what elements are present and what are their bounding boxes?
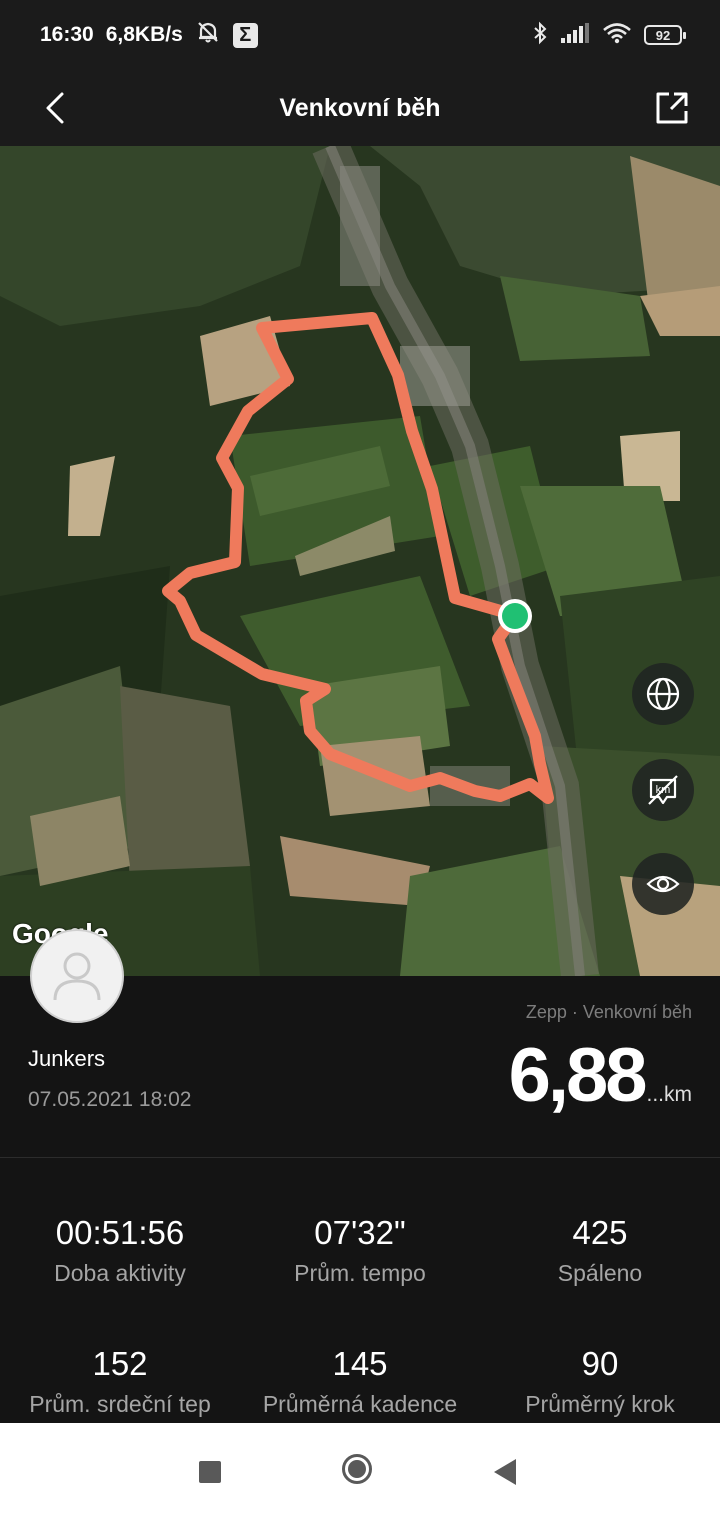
signal-icon <box>560 22 590 49</box>
share-button[interactable] <box>644 80 700 136</box>
stats-grid: 00:51:56 Doba aktivity 07'32" Prům. temp… <box>0 1158 720 1423</box>
stat-value: 90 <box>581 1345 619 1382</box>
wifi-icon <box>602 22 632 49</box>
eye-icon <box>646 875 680 893</box>
mute-bell-icon <box>195 19 221 51</box>
stat-calories: 425 Spáleno <box>480 1214 720 1287</box>
share-icon <box>656 92 688 124</box>
activity-datetime: 07.05.2021 18:02 <box>28 1088 192 1111</box>
stat-value: 425 <box>572 1214 628 1251</box>
user-name: Junkers <box>28 1046 106 1071</box>
stat-value: 00:51:56 <box>55 1214 185 1251</box>
stat-label: Průměrný krok <box>525 1391 675 1417</box>
app-header: Venkovní běh <box>0 70 720 146</box>
view-toggle-button[interactable] <box>632 853 694 915</box>
stat-cadence: 145 Průměrná kadence <box>240 1345 480 1418</box>
satellite-terrain <box>0 146 720 976</box>
battery-level: 92 <box>655 27 671 43</box>
globe-icon <box>646 677 680 711</box>
home-icon[interactable] <box>342 1454 372 1484</box>
distance-display: 6,88 ...km <box>509 1032 692 1119</box>
system-navigation-bar <box>0 1423 720 1520</box>
back-button[interactable] <box>30 83 80 133</box>
stat-heart-rate: 152 Prům. srdeční tep <box>0 1345 240 1418</box>
stat-label: Prům. tempo <box>294 1260 426 1286</box>
status-right: 92 <box>532 21 686 50</box>
stat-pace: 07'32" Prům. tempo <box>240 1214 480 1287</box>
km-marker-toggle-icon: km <box>648 775 678 805</box>
status-left: 16:30 6,8KB/s Σ <box>40 19 258 51</box>
back-icon[interactable] <box>494 1459 516 1485</box>
status-bar: 16:30 6,8KB/s Σ 92 <box>0 0 720 70</box>
back-arrow-icon <box>46 92 64 124</box>
distance-value: 6,88 <box>508 1033 648 1118</box>
recent-apps-icon[interactable] <box>199 1461 221 1483</box>
route-map[interactable]: km Google <box>0 146 720 976</box>
km-marker-toggle-button[interactable]: km <box>632 759 694 821</box>
battery-icon: 92 <box>644 25 686 45</box>
stat-value: 07'32" <box>314 1214 406 1251</box>
network-speed: 6,8KB/s <box>105 23 183 46</box>
avatar[interactable] <box>30 929 124 1023</box>
stat-label: Průměrná kadence <box>262 1391 458 1417</box>
status-time: 16:30 <box>40 23 94 46</box>
user-placeholder-icon <box>53 952 101 1001</box>
bluetooth-icon <box>532 21 548 50</box>
home-icon-inner <box>348 1460 366 1478</box>
stat-label: Spáleno <box>557 1260 643 1286</box>
stat-duration: 00:51:56 Doba aktivity <box>0 1214 240 1287</box>
sigma-app-icon: Σ <box>232 22 258 48</box>
stat-value: 145 <box>332 1345 388 1382</box>
distance-unit: ...km <box>646 1083 693 1106</box>
page-title: Venkovní běh <box>279 93 441 122</box>
stat-label: Prům. srdeční tep <box>29 1391 211 1417</box>
stat-value: 152 <box>92 1345 148 1382</box>
stat-label: Doba aktivity <box>54 1260 186 1286</box>
map-layer-button[interactable] <box>632 663 694 725</box>
stat-stride: 90 Průměrný krok <box>480 1345 720 1418</box>
activity-source: Zepp · Venkovní běh <box>525 1002 692 1022</box>
activity-summary: Junkers 07.05.2021 18:02 Zepp · Venkovní… <box>0 929 720 1158</box>
